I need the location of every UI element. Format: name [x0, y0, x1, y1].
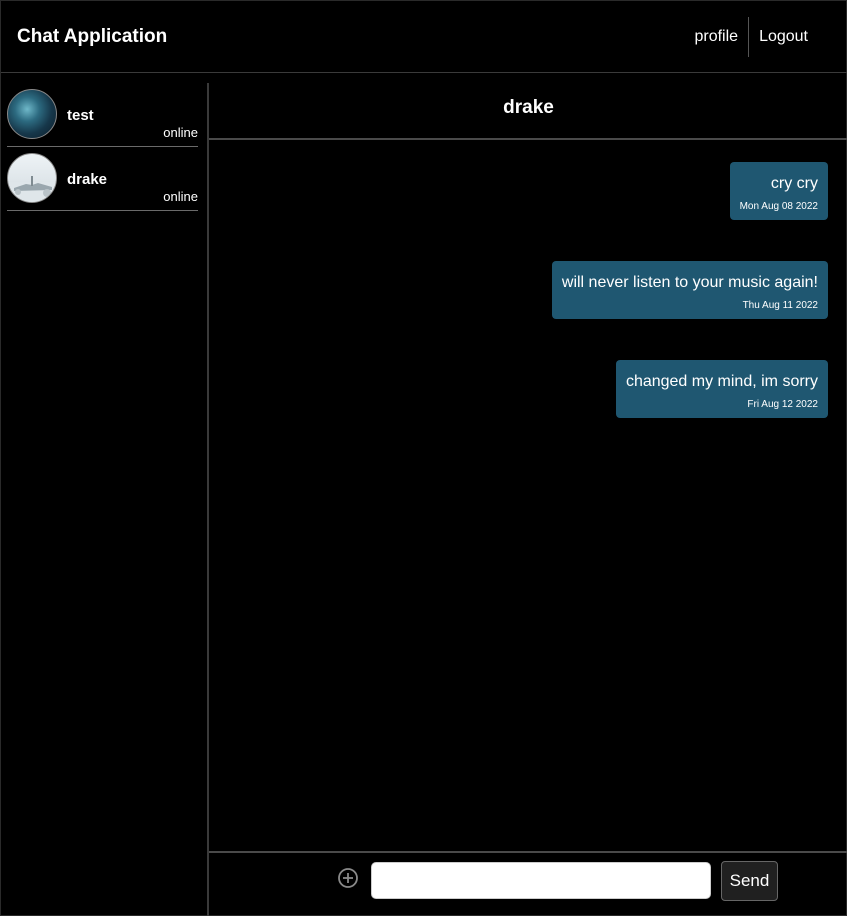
- message-bubble: changed my mind, im sorry Fri Aug 12 202…: [615, 360, 828, 418]
- logout-link[interactable]: Logout: [749, 28, 808, 46]
- message-date: Thu Aug 11 2022: [742, 300, 818, 311]
- message-input[interactable]: [371, 862, 711, 899]
- send-button[interactable]: Send: [721, 861, 778, 901]
- message-text: will never listen to your music again!: [561, 274, 818, 291]
- user-item-drake[interactable]: drake online: [7, 147, 198, 211]
- user-name: test: [67, 107, 94, 124]
- chat-app: Chat Application profile Logout test onl…: [0, 0, 847, 916]
- message-list: cry cry Mon Aug 08 2022 will never liste…: [209, 140, 847, 851]
- nav-links: profile Logout: [694, 17, 808, 57]
- chat-title: drake: [503, 97, 554, 118]
- user-list: test online drake online: [1, 83, 209, 916]
- message-text: cry cry: [770, 175, 818, 192]
- message-date: Fri Aug 12 2022: [747, 399, 818, 410]
- plus-circle-icon[interactable]: [337, 867, 359, 889]
- message-bubble: cry cry Mon Aug 08 2022: [729, 162, 828, 220]
- app-title: Chat Application: [17, 26, 168, 47]
- avatar: [7, 153, 57, 203]
- user-status: online: [163, 125, 198, 140]
- message-composer: Send: [209, 851, 847, 916]
- message-date: Mon Aug 08 2022: [739, 201, 818, 212]
- avatar-image: [8, 176, 56, 202]
- avatar: [7, 89, 57, 139]
- user-name: drake: [67, 171, 108, 188]
- user-item-test[interactable]: test online: [7, 83, 198, 147]
- user-status: online: [163, 189, 198, 204]
- chat-panel: drake cry cry Mon Aug 08 2022 will never…: [209, 83, 847, 916]
- chat-header: drake: [209, 83, 847, 140]
- message-text: changed my mind, im sorry: [625, 373, 818, 390]
- navbar: Chat Application profile Logout: [1, 1, 847, 73]
- profile-link[interactable]: profile: [694, 28, 748, 46]
- message-bubble: will never listen to your music again! T…: [551, 261, 828, 319]
